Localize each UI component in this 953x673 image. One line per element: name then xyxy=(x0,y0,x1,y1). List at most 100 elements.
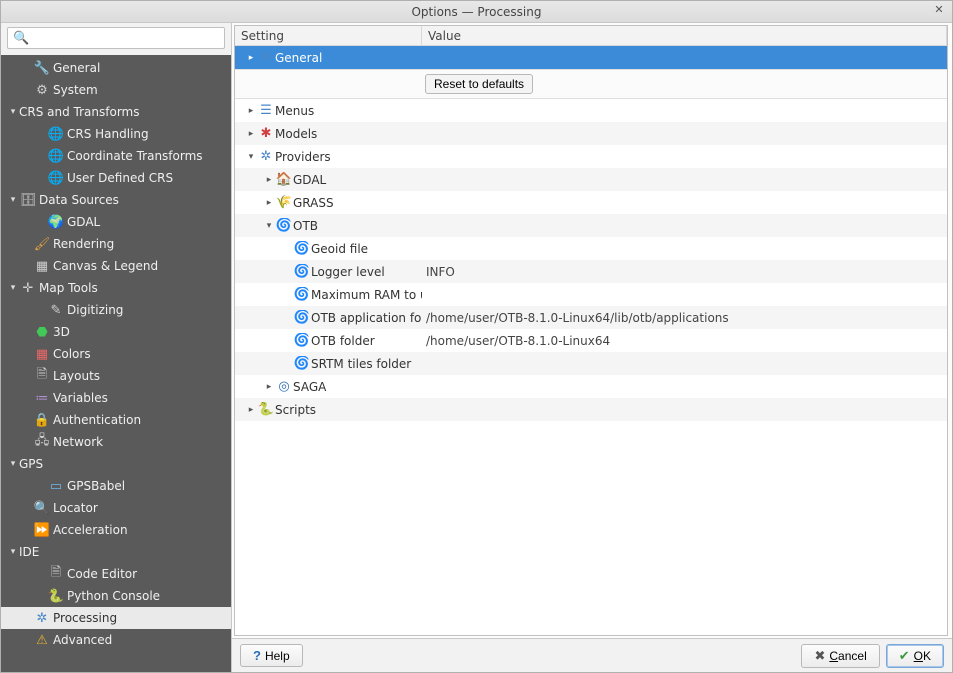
sidebar-item-label: System xyxy=(53,83,98,97)
sidebar-item-locator[interactable]: 🔍Locator xyxy=(1,497,231,519)
help-button[interactable]: ? Help xyxy=(240,644,303,667)
setting-label: Logger level xyxy=(311,265,385,279)
column-header-setting[interactable]: Setting xyxy=(235,26,422,45)
ok-button[interactable]: ✔ OK xyxy=(886,644,944,668)
category-icon: 🌍 xyxy=(47,215,65,230)
sidebar-item-python-console[interactable]: 🐍Python Console xyxy=(1,585,231,607)
category-icon: 🖌 xyxy=(33,237,51,252)
sidebar-item-label: Processing xyxy=(53,611,117,625)
tree-row-geoid-file[interactable]: 🌀Geoid file xyxy=(235,237,947,260)
setting-label: Maximum RAM to use xyxy=(311,288,422,302)
setting-label: OTB xyxy=(293,219,318,233)
reset-to-defaults-button[interactable]: Reset to defaults xyxy=(425,74,533,94)
tree-row-srtm-tiles-folder[interactable]: 🌀SRTM tiles folder xyxy=(235,352,947,375)
tree-row-saga[interactable]: ▸◎SAGA xyxy=(235,375,947,398)
sidebar-item-label: CRS and Transforms xyxy=(19,105,139,119)
tree-row-logger-level[interactable]: 🌀Logger levelINFO xyxy=(235,260,947,283)
column-header-value[interactable]: Value xyxy=(422,26,947,45)
tree-row-maximum-ram-to-use[interactable]: 🌀Maximum RAM to use xyxy=(235,283,947,306)
category-icon: 🌐 xyxy=(47,149,65,164)
sidebar-item-crs-handling[interactable]: 🌐CRS Handling xyxy=(1,123,231,145)
tree-row-otb-application-folder[interactable]: 🌀OTB application folder/home/user/OTB-8.… xyxy=(235,306,947,329)
tree-row-gdal[interactable]: ▸🏠GDAL xyxy=(235,168,947,191)
row-icon: ✲ xyxy=(257,50,275,65)
tree-row-providers[interactable]: ▾✲Providers xyxy=(235,145,947,168)
sidebar: 🔍 🔧General⚙System▾CRS and Transforms🌐CRS… xyxy=(1,23,231,672)
category-icon: 🗎 xyxy=(33,365,51,387)
sidebar-item-gdal[interactable]: 🌍GDAL xyxy=(1,211,231,233)
sidebar-item-label: User Defined CRS xyxy=(67,171,173,185)
tree-row-otb-folder[interactable]: 🌀OTB folder/home/user/OTB-8.1.0-Linux64 xyxy=(235,329,947,352)
tree-row-scripts[interactable]: ▸🐍Scripts xyxy=(235,398,947,421)
setting-label: GRASS xyxy=(293,196,334,210)
main-area: 🔍 🔧General⚙System▾CRS and Transforms🌐CRS… xyxy=(1,23,952,672)
sidebar-item-coordinate-transforms[interactable]: 🌐Coordinate Transforms xyxy=(1,145,231,167)
category-icon: ▦ xyxy=(33,259,51,274)
sidebar-item-map-tools[interactable]: ▾✛Map Tools xyxy=(1,277,231,299)
row-icon: 🌀 xyxy=(293,264,311,279)
window-title: Options — Processing xyxy=(411,5,541,19)
category-icon: 🗎 xyxy=(47,563,65,585)
sidebar-item-label: IDE xyxy=(19,545,39,559)
sidebar-item-label: Canvas & Legend xyxy=(53,259,158,273)
tree-row-grass[interactable]: ▸🌾GRASS xyxy=(235,191,947,214)
expand-caret-icon: ▾ xyxy=(7,547,19,557)
sidebar-item-canvas-legend[interactable]: ▦Canvas & Legend xyxy=(1,255,231,277)
dialog-body: 🔍 🔧General⚙System▾CRS and Transforms🌐CRS… xyxy=(1,23,952,672)
tree-first-row-slot: ▸✲General xyxy=(235,46,947,69)
sidebar-item-ide[interactable]: ▾IDE xyxy=(1,541,231,563)
sidebar-nav: 🔧General⚙System▾CRS and Transforms🌐CRS H… xyxy=(1,55,231,672)
sidebar-item-authentication[interactable]: 🔒Authentication xyxy=(1,409,231,431)
tree-caret-icon: ▸ xyxy=(263,198,275,208)
tree-row-general[interactable]: ▸✲General xyxy=(235,46,947,69)
sidebar-item-gpsbabel[interactable]: ▭GPSBabel xyxy=(1,475,231,497)
setting-label: Providers xyxy=(275,150,331,164)
value-editor-row: Reset to defaults xyxy=(235,69,947,99)
row-icon: 🌀 xyxy=(293,310,311,325)
sidebar-item-label: CRS Handling xyxy=(67,127,149,141)
category-icon: 🖧 xyxy=(33,431,51,453)
category-icon: ⏩ xyxy=(33,523,51,538)
sidebar-item-code-editor[interactable]: 🗎Code Editor xyxy=(1,563,231,585)
sidebar-item-acceleration[interactable]: ⏩Acceleration xyxy=(1,519,231,541)
sidebar-item-gps[interactable]: ▾GPS xyxy=(1,453,231,475)
tree-caret-icon: ▸ xyxy=(245,129,257,139)
close-icon[interactable]: ✕ xyxy=(932,4,946,18)
sidebar-item-variables[interactable]: ≔Variables xyxy=(1,387,231,409)
sidebar-item-advanced[interactable]: ⚠Advanced xyxy=(1,629,231,651)
tree-caret-icon: ▸ xyxy=(263,175,275,185)
sidebar-item-crs-and-transforms[interactable]: ▾CRS and Transforms xyxy=(1,101,231,123)
setting-label: SRTM tiles folder xyxy=(311,357,411,371)
tree-row-models[interactable]: ▸✱Models xyxy=(235,122,947,145)
tree-caret-icon: ▸ xyxy=(245,405,257,415)
sidebar-item-processing[interactable]: ✲Processing xyxy=(1,607,231,629)
sidebar-item-data-sources[interactable]: ▾🗄Data Sources xyxy=(1,189,231,211)
tree-row-otb[interactable]: ▾🌀OTB xyxy=(235,214,947,237)
cancel-button[interactable]: ✖ Cancel xyxy=(801,644,879,668)
sidebar-item-general[interactable]: 🔧General xyxy=(1,57,231,79)
sidebar-item-label: General xyxy=(53,61,100,75)
sidebar-item-label: GDAL xyxy=(67,215,100,229)
setting-label: SAGA xyxy=(293,380,326,394)
category-icon: ≔ xyxy=(33,391,51,406)
sidebar-item-digitizing[interactable]: ✎Digitizing xyxy=(1,299,231,321)
search-input[interactable] xyxy=(7,27,225,49)
tree-body: ▸☰Menus▸✱Models▾✲Providers▸🏠GDAL▸🌾GRASS▾… xyxy=(235,99,947,635)
sidebar-item-system[interactable]: ⚙System xyxy=(1,79,231,101)
sidebar-item-layouts[interactable]: 🗎Layouts xyxy=(1,365,231,387)
row-icon: ☰ xyxy=(257,103,275,118)
sidebar-item-rendering[interactable]: 🖌Rendering xyxy=(1,233,231,255)
tree-row-menus[interactable]: ▸☰Menus xyxy=(235,99,947,122)
row-icon: 🌀 xyxy=(293,356,311,371)
sidebar-item-3d[interactable]: ⬣3D xyxy=(1,321,231,343)
sidebar-item-colors[interactable]: ▦Colors xyxy=(1,343,231,365)
setting-label: OTB application folder xyxy=(311,311,422,325)
sidebar-item-user-defined-crs[interactable]: 🌐User Defined CRS xyxy=(1,167,231,189)
setting-value: /home/user/OTB-8.1.0-Linux64/lib/otb/app… xyxy=(426,311,729,325)
row-icon: 🌀 xyxy=(275,218,293,233)
sidebar-item-network[interactable]: 🖧Network xyxy=(1,431,231,453)
row-icon: 🌀 xyxy=(293,333,311,348)
sidebar-item-label: Code Editor xyxy=(67,567,137,581)
search-wrap: 🔍 xyxy=(1,23,231,55)
category-icon: 🌐 xyxy=(47,127,65,142)
